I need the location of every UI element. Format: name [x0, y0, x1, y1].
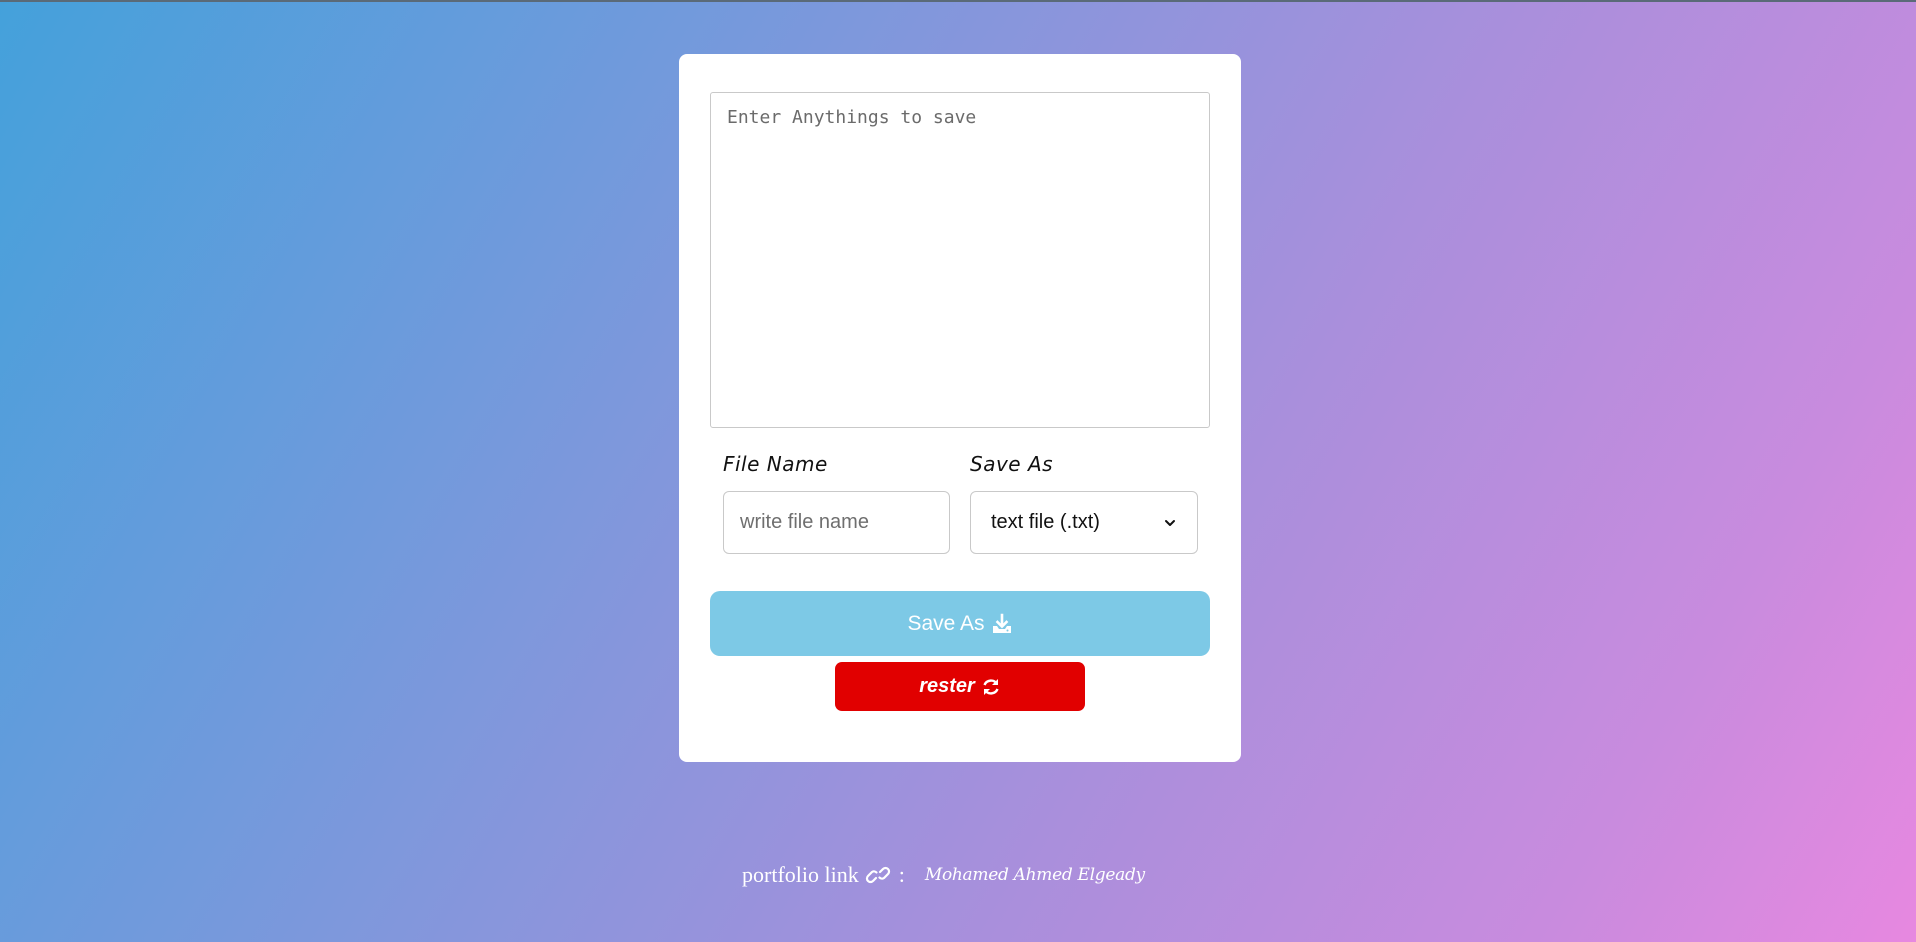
file-name-input[interactable] [723, 491, 950, 554]
portfolio-text: portfolio link [742, 862, 859, 887]
save-file-card: File Name Save As text file (.txt) Save … [679, 54, 1241, 762]
top-border-line [0, 0, 1916, 2]
reset-button-label: rester [919, 675, 975, 697]
footer-separator: : [898, 862, 905, 887]
file-name-label: File Name [723, 452, 828, 476]
footer: portfolio link : Mohamed Ahmed Elgeady [742, 862, 1145, 888]
author-link[interactable]: Mohamed Ahmed Elgeady [925, 865, 1145, 885]
file-type-select[interactable]: text file (.txt) [970, 491, 1198, 554]
chevron-down-icon [1165, 519, 1175, 526]
download-icon [992, 613, 1011, 633]
save-as-button[interactable]: Save As [710, 591, 1210, 656]
refresh-icon [983, 678, 999, 695]
file-type-selected-value: text file (.txt) [991, 511, 1100, 533]
reset-button[interactable]: rester [835, 662, 1085, 711]
link-icon[interactable] [865, 864, 891, 886]
save-as-label: Save As [970, 452, 1054, 476]
content-textarea[interactable] [710, 92, 1210, 428]
save-as-button-label: Save As [907, 611, 985, 635]
